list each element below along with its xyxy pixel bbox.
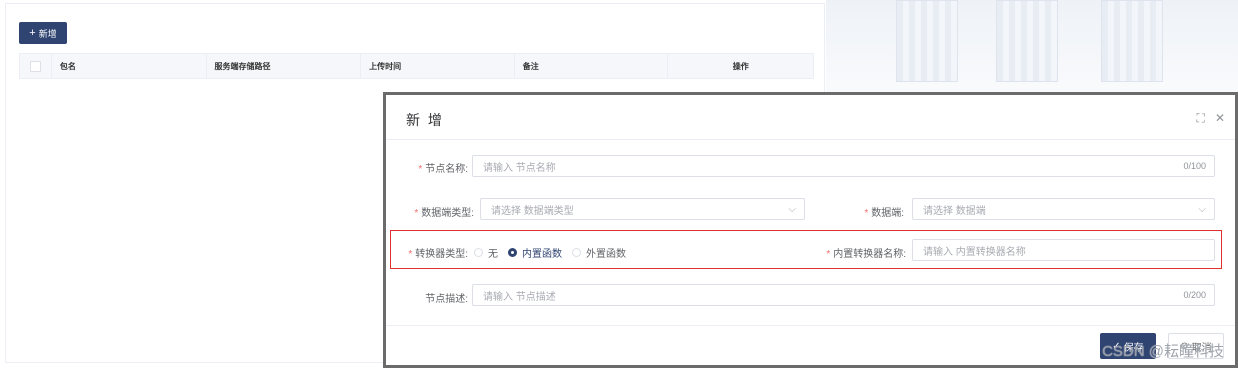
radio-external-function[interactable]: 外置函数 xyxy=(572,245,626,260)
add-button[interactable]: + 新增 xyxy=(19,22,67,44)
node-desc-input[interactable]: 请输入 节点描述 0/200 xyxy=(472,284,1215,306)
dialog-title: 新 增 xyxy=(406,112,444,128)
radio-none[interactable]: 无 xyxy=(474,245,498,260)
table-header: 包名 服务端存储路径 上传时间 备注 操作 xyxy=(19,53,814,79)
node-desc-label: 节点描述: xyxy=(425,294,468,305)
builtin-converter-name-input[interactable]: 请输入 内置转换器名称 xyxy=(912,239,1215,261)
node-desc-placeholder: 请输入 节点描述 xyxy=(483,291,556,303)
column-header-upload-time[interactable]: 上传时间 xyxy=(361,54,515,78)
close-icon[interactable]: ✕ xyxy=(1215,111,1225,126)
radio-dot-checked xyxy=(508,248,517,257)
radio-dot xyxy=(474,248,483,257)
chevron-down-icon: ⌵ xyxy=(1198,203,1206,215)
node-desc-counter: 0/200 xyxy=(1183,290,1206,300)
watermark: CSDN @耘瞳科技 xyxy=(1102,343,1224,360)
chevron-down-icon: ⌵ xyxy=(788,203,796,215)
column-header-storage-path[interactable]: 服务端存储路径 xyxy=(207,54,362,78)
add-dialog: 新 增 ⛶ ✕ * 节点名称: 请输入 节点名称 0/100 * 数据端类型: 请选… xyxy=(383,92,1238,368)
data-end-type-select[interactable]: 请选择 数据端类型 ⌵ xyxy=(480,198,805,220)
select-all-column xyxy=(20,54,52,78)
node-name-input[interactable]: 请输入 节点名称 0/100 xyxy=(472,155,1215,177)
dialog-footer-divider xyxy=(386,325,1235,326)
data-end-type-placeholder: 请选择 数据端类型 xyxy=(491,205,574,217)
radio-builtin-function[interactable]: 内置函数 xyxy=(508,245,562,260)
node-name-placeholder: 请输入 节点名称 xyxy=(483,162,556,174)
background-image xyxy=(826,0,1238,96)
select-all-checkbox[interactable] xyxy=(29,60,41,72)
fullscreen-icon[interactable]: ⛶ xyxy=(1197,111,1205,126)
add-button-label: 新增 xyxy=(38,28,57,39)
builtin-converter-name-label: * 内置转换器名称: xyxy=(826,249,906,260)
node-name-label: * 节点名称: xyxy=(418,164,468,175)
radio-dot xyxy=(572,248,581,257)
column-header-package[interactable]: 包名 xyxy=(52,54,207,78)
converter-type-radio-group: 无 内置函数 外置函数 xyxy=(474,245,626,260)
column-header-remark[interactable]: 备注 xyxy=(515,54,669,78)
dialog-header-divider xyxy=(386,139,1235,140)
node-name-counter: 0/100 xyxy=(1183,161,1206,171)
builtin-converter-name-placeholder: 请输入 内置转换器名称 xyxy=(923,246,1026,258)
column-header-actions: 操作 xyxy=(732,61,749,71)
data-end-label: * 数据端: xyxy=(864,208,904,219)
data-end-select[interactable]: 请选择 数据端 ⌵ xyxy=(912,198,1215,220)
converter-type-label: * 转换器类型: xyxy=(408,249,468,260)
data-end-placeholder: 请选择 数据端 xyxy=(923,205,986,217)
data-end-type-label: * 数据端类型: xyxy=(414,208,474,219)
plus-icon: + xyxy=(29,26,36,39)
